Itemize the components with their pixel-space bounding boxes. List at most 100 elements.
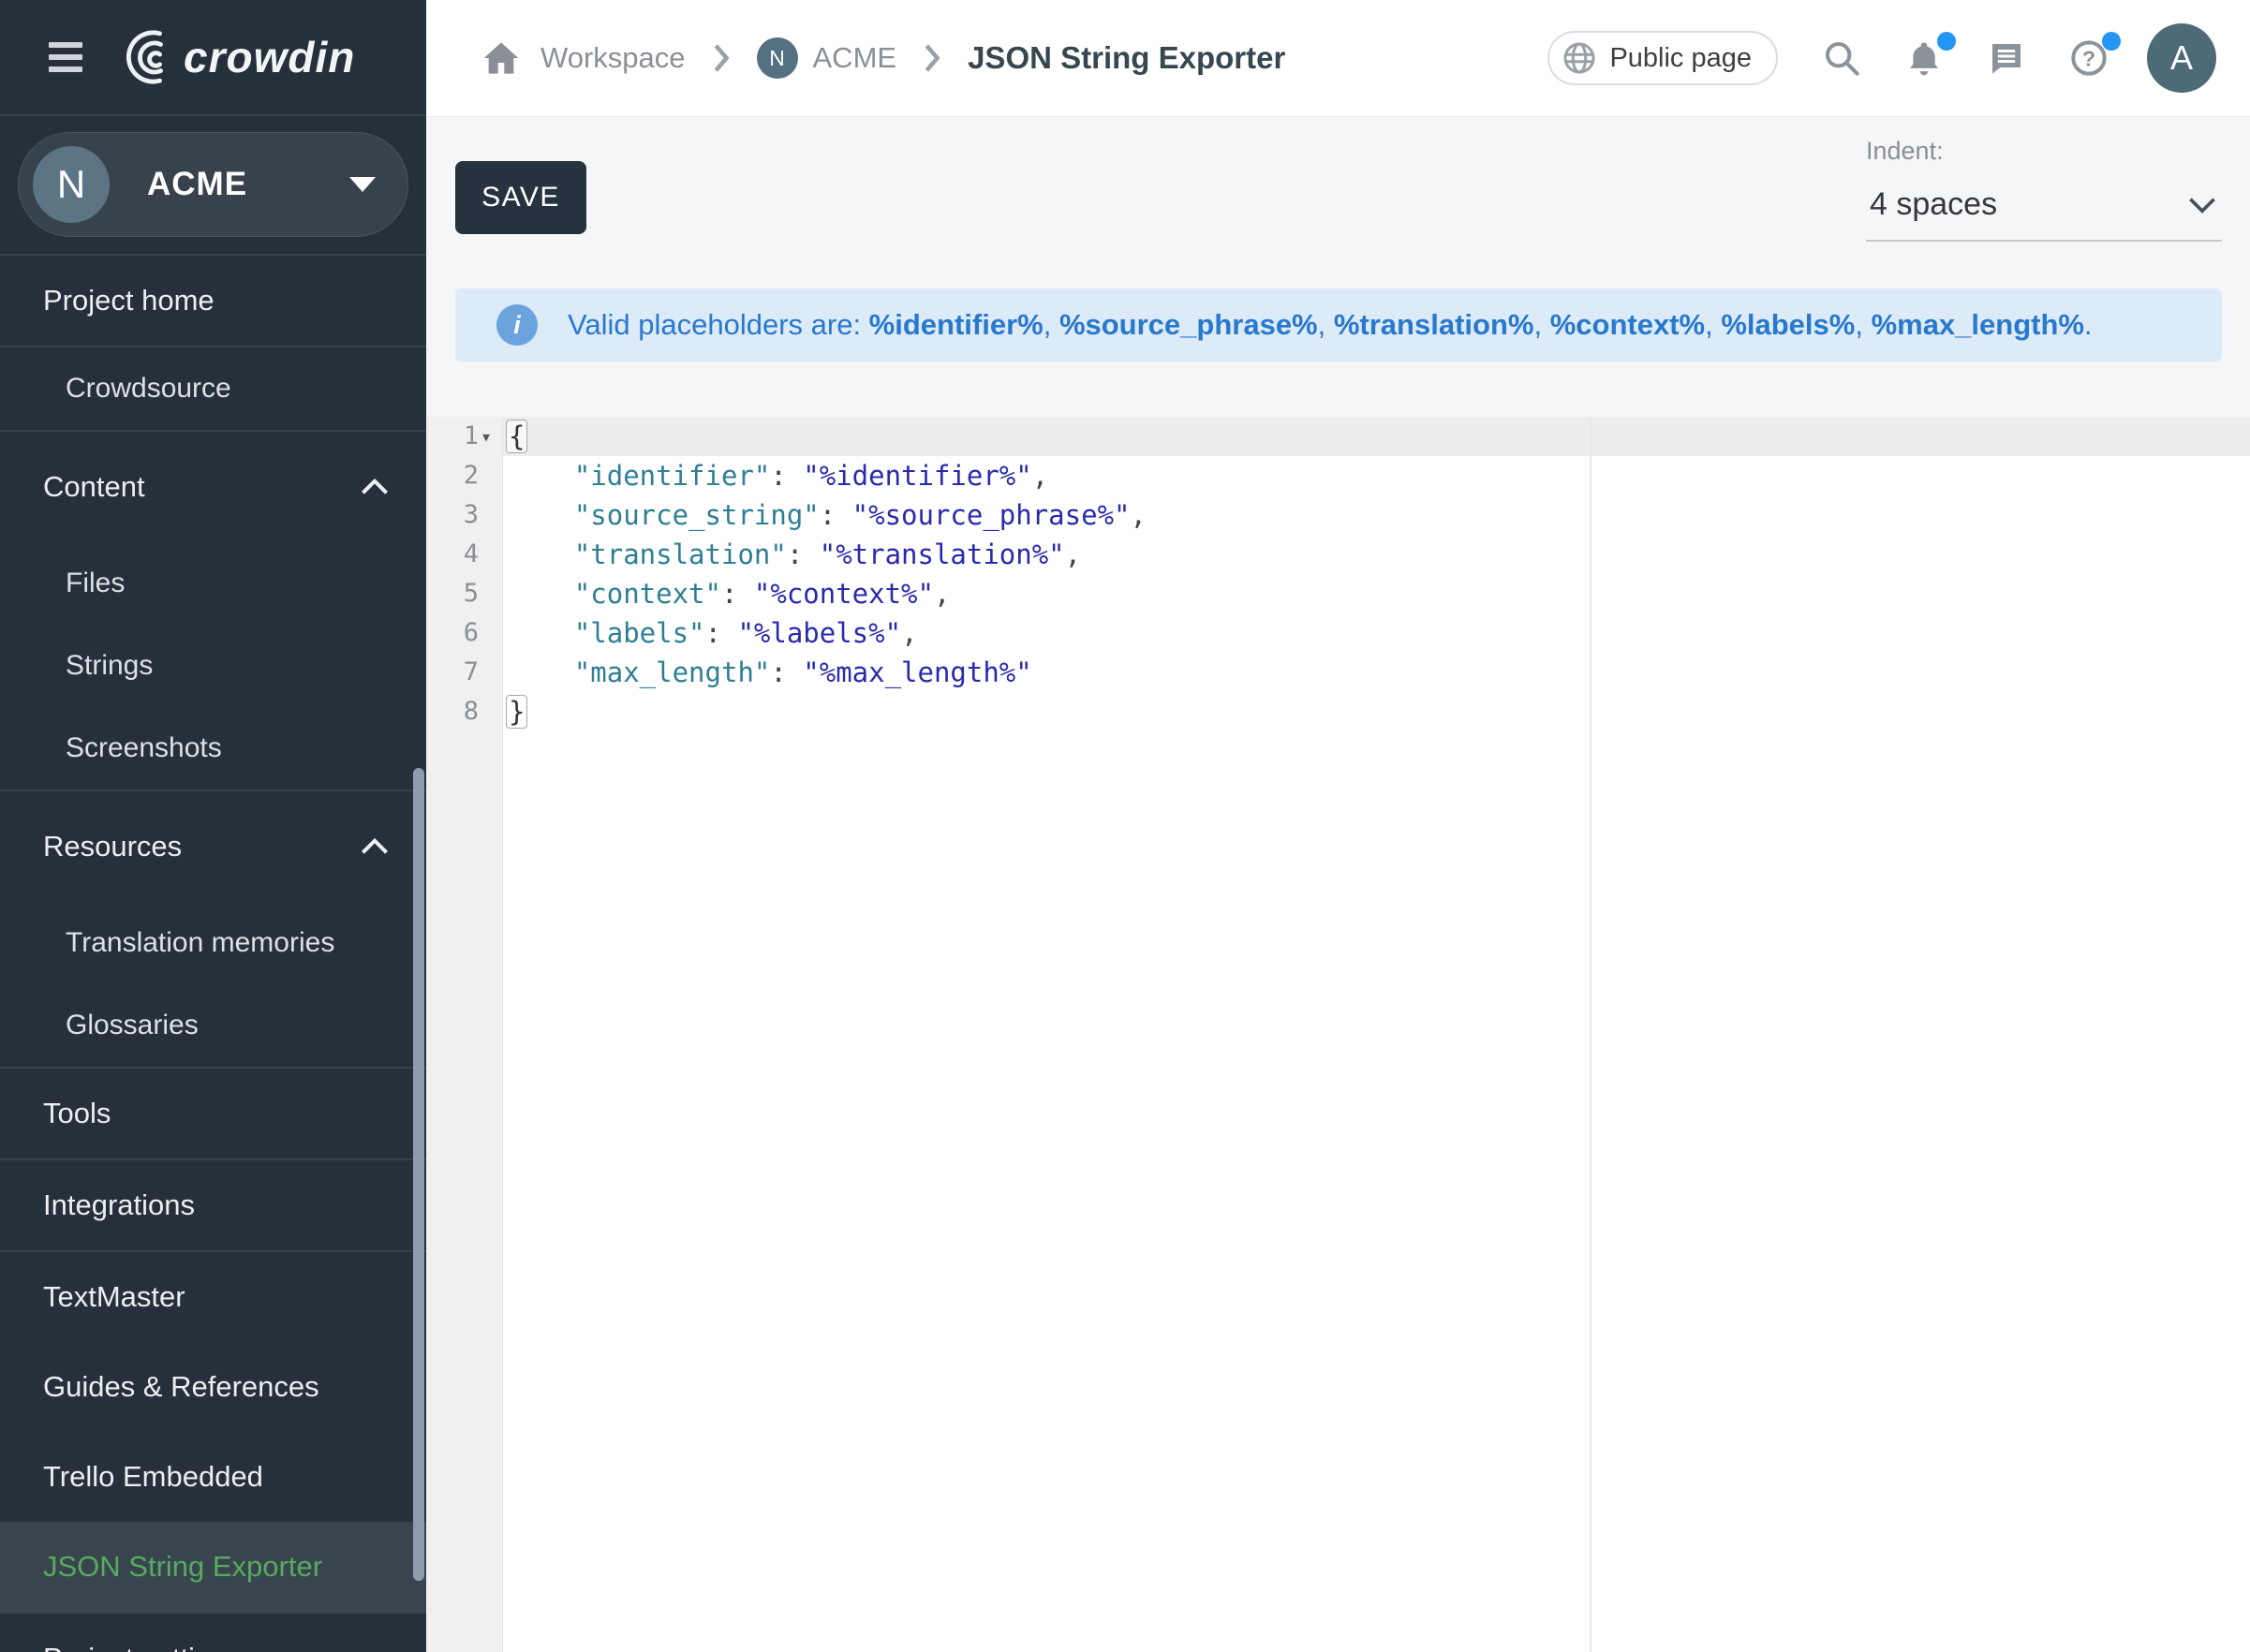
sidebar-item-resources[interactable]: Resources [0,791,426,902]
sidebar-item-crowdsource[interactable]: Crowdsource [0,347,426,430]
sidebar-item-label: Guides & References [43,1370,389,1404]
line-number: 8 [426,692,479,731]
sidebar-item-content[interactable]: Content [0,432,426,542]
code-line: "context": "%context%", [509,574,2250,613]
project-avatar: N [33,146,110,223]
line-number: 1 [426,417,479,456]
project-selector[interactable]: N ACME [18,132,408,237]
chevron-up-icon [361,838,389,855]
sidebar-item-guides-references[interactable]: Guides & References [0,1342,426,1432]
navbar-actions: Public page ? [1547,23,2216,93]
code-line: "max_length": "%max_length%" [509,653,2250,692]
code-line: "source_string": "%source_phrase%", [509,495,2250,535]
line-number: 6 [426,613,479,653]
sidebar-item-label: Integrations [43,1188,389,1222]
code-line: } [509,692,2250,731]
sidebar-item-files[interactable]: Files [0,542,426,625]
sidebar-item-label: Project settings [43,1642,389,1652]
messages-button[interactable] [1988,39,2025,77]
code-editor: 1▾2345678 { "identifier": "%identifier%"… [426,417,2250,1652]
home-icon[interactable] [482,40,520,76]
public-page-button[interactable]: Public page [1547,31,1778,85]
help-badge [2102,32,2121,51]
breadcrumb-project[interactable]: ACME [813,41,897,75]
public-page-label: Public page [1609,43,1752,74]
sidebar-item-json-string-exporter[interactable]: JSON String Exporter [0,1522,426,1612]
sidebar-item-label: Crowdsource [66,373,389,405]
sidebar-item-label: Glossaries [66,1010,389,1041]
breadcrumb-project-badge[interactable]: N [757,37,798,79]
placeholder-token: %source_phrase% [1059,308,1318,341]
globe-icon [1562,41,1596,75]
placeholders-info-banner: i Valid placeholders are: %identifier%, … [455,288,2222,361]
hamburger-menu-icon[interactable] [49,42,82,72]
sidebar-item-integrations[interactable]: Integrations [0,1160,426,1250]
placeholder-token: %identifier% [869,308,1044,341]
sidebar-item-strings[interactable]: Strings [0,625,426,707]
sidebar-item-label: Files [66,568,389,599]
line-number: 5 [426,574,479,613]
sidebar-item-label: TextMaster [43,1280,389,1314]
page-title: JSON String Exporter [968,40,1285,76]
crowdin-json-string-exporter-page: { "sidebar": { "logo_text": "crowdin", "… [0,0,2250,1652]
sidebar-item-glossaries[interactable]: Glossaries [0,984,426,1067]
code-line: "labels": "%labels%", [509,613,2250,653]
sidebar-item-label: Translation memories [66,927,389,959]
search-button[interactable] [1823,39,1860,77]
sidebar-item-screenshots[interactable]: Screenshots [0,707,426,789]
sidebar-item-label: Screenshots [66,732,389,764]
user-avatar[interactable]: A [2147,23,2216,93]
sidebar-item-label: Content [43,470,361,504]
sidebar-item-label: JSON String Exporter [43,1550,389,1584]
sidebar-nav: Project home Crowdsource Content Files Strin… [0,254,426,1652]
line-number: 4 [426,535,479,574]
banner-text: Valid placeholders are: %identifier%, %s… [568,308,2093,342]
chevron-up-icon [361,479,389,495]
svg-text:?: ? [2082,46,2095,70]
code-line: "identifier": "%identifier%", [509,456,2250,495]
editor-code-area[interactable]: { "identifier": "%identifier%", "source_… [509,417,2250,1652]
fold-marker-icon[interactable]: ▾ [481,417,492,456]
search-icon [1823,39,1860,77]
notification-badge [1937,32,1956,51]
chat-icon [1988,39,2025,77]
sidebar-item-tools[interactable]: Tools [0,1069,426,1158]
placeholder-token: %translation% [1334,308,1534,341]
line-number: 3 [426,495,479,535]
sidebar: crowdin N ACME Project home Crowdsource Co… [0,0,426,1652]
sidebar-item-translation-memories[interactable]: Translation memories [0,902,426,984]
chevron-down-icon [2188,197,2216,214]
indent-value: 4 spaces [1870,186,1997,223]
sidebar-item-project-home[interactable]: Project home [0,256,426,346]
sidebar-header: crowdin [0,0,426,116]
sidebar-item-label: Resources [43,830,361,863]
breadcrumb-workspace[interactable]: Workspace [540,41,686,75]
sidebar-item-label: Strings [66,650,389,682]
crowdin-swirl-icon [118,28,176,86]
breadcrumb: Workspace N ACME JSON String Exporter [482,37,1547,79]
placeholder-token: %context% [1550,308,1705,341]
info-icon: i [496,304,538,346]
help-button[interactable]: ? [2070,39,2108,77]
sidebar-scrollbar[interactable] [413,768,424,1581]
editor-gutter: 1▾2345678 [426,417,503,1652]
save-button[interactable]: SAVE [455,161,586,234]
indent-label: Indent: [1866,137,2222,166]
sidebar-item-trello-embedded[interactable]: Trello Embedded [0,1432,426,1522]
main-content: SAVE Indent: 4 spaces i Valid placeholde… [426,116,2250,1652]
code-line: "translation": "%translation%", [509,535,2250,574]
placeholder-token: %max_length% [1872,308,2084,341]
indent-control: Indent: 4 spaces [1866,137,2222,242]
sidebar-item-label: Trello Embedded [43,1460,389,1494]
caret-down-icon [349,177,376,192]
code-line: { [509,417,2250,456]
indent-select[interactable]: 4 spaces [1866,171,2222,242]
crowdin-logo[interactable]: crowdin [118,28,355,86]
sidebar-item-textmaster[interactable]: TextMaster [0,1252,426,1342]
sidebar-item-project-settings[interactable]: Project settings [0,1614,426,1652]
line-numbers: 1▾2345678 [426,417,479,731]
notifications-button[interactable] [1905,39,1943,77]
sidebar-item-label: Tools [43,1097,389,1130]
logo-text: crowdin [184,32,355,82]
chevron-right-icon [896,44,968,72]
